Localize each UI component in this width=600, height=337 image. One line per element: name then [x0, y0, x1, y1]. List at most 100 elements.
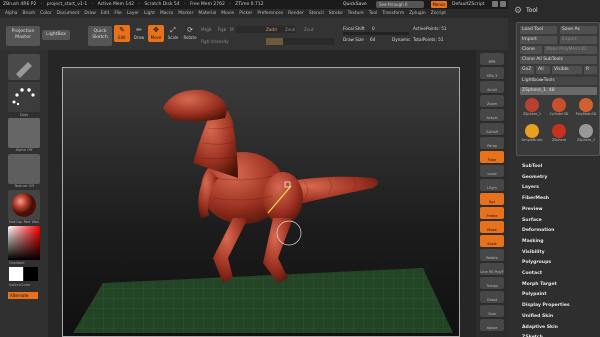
move-button[interactable]: ✥ Move — [148, 25, 164, 42]
shelf-spix-3[interactable]: SPix 3 — [480, 67, 504, 79]
menu-color[interactable]: Color — [40, 11, 51, 16]
tool-menu-masking[interactable]: Masking — [522, 239, 544, 244]
shelf-actual[interactable]: Actual — [480, 109, 504, 121]
menu-marker[interactable]: Marker — [178, 11, 193, 16]
menu-light[interactable]: Light — [144, 11, 155, 16]
menu-preferences[interactable]: Preferences — [257, 11, 283, 16]
zsub-toggle[interactable]: Zsub — [285, 27, 295, 32]
help-icon[interactable] — [492, 1, 498, 7]
r-button[interactable]: R — [584, 66, 597, 74]
shelf-aahalf[interactable]: AAHalf — [480, 123, 504, 135]
lightbox-tools-button[interactable]: Lightbox▸Tools — [520, 77, 597, 85]
shelf-zoom[interactable]: Zoom — [480, 95, 504, 107]
tool-menu-contact[interactable]: Contact — [522, 271, 542, 276]
switch-color-button[interactable]: SwitchColor — [9, 283, 41, 287]
tool-menu-unified-skin[interactable]: Unified Skin — [522, 314, 553, 319]
menu-render[interactable]: Render — [288, 11, 304, 16]
material-thumbnail[interactable] — [8, 190, 40, 220]
tool-menu-preview[interactable]: Preview — [522, 207, 543, 212]
clone-all-subtools-button[interactable]: Clone All SubTools — [520, 56, 597, 64]
tool-thumb-cylinder3d[interactable]: Cylinder3D — [547, 97, 571, 121]
tool-menu-surface[interactable]: Surface — [522, 218, 542, 223]
goz-button[interactable]: GoZ — [520, 66, 534, 74]
tool-menu-subtool[interactable]: SubTool — [522, 164, 542, 169]
quicksave-button[interactable]: QuickSave — [343, 0, 367, 9]
shelf-xpose[interactable]: Xpose — [480, 319, 504, 331]
draw-button[interactable]: ✏ Draw — [131, 25, 147, 42]
tool-menu-adaptive-skin[interactable]: Adaptive Skin — [522, 325, 558, 330]
clone-button[interactable]: Clone — [520, 46, 542, 54]
all-button[interactable]: All — [536, 66, 550, 74]
import-button[interactable]: Import — [520, 36, 557, 44]
alpha-thumbnail[interactable] — [8, 118, 40, 148]
shelf-persp[interactable]: Persp — [480, 137, 504, 149]
shelf-bpr[interactable]: BPR — [480, 53, 504, 65]
rotate-button[interactable]: ⟳ Rotate — [182, 25, 198, 42]
tool-thumb-zsphere-1[interactable]: ZSphere_1 — [574, 123, 598, 147]
zadd-toggle[interactable]: Zadd — [266, 27, 277, 32]
menu-zscript[interactable]: Zscript — [431, 11, 446, 16]
menu-document[interactable]: Document — [57, 11, 80, 16]
z-intensity-slider[interactable] — [266, 38, 334, 45]
tool-thumb-simplebrush[interactable]: SimpleBrush — [520, 123, 544, 147]
texture-thumbnail[interactable] — [8, 154, 40, 184]
menu-transform[interactable]: Transform — [382, 11, 404, 16]
menu-macro[interactable]: Macro — [160, 11, 173, 16]
projection-master-button[interactable]: Projection Master — [6, 26, 40, 46]
tool-menu-morph-target[interactable]: Morph Target — [522, 282, 557, 287]
menu-edit[interactable]: Edit — [101, 11, 110, 16]
tool-menu-visibility[interactable]: Visibility — [522, 250, 545, 255]
menu-material[interactable]: Material — [198, 11, 216, 16]
menu-brush[interactable]: Brush — [22, 11, 35, 16]
focal-shift-slider[interactable] — [343, 32, 409, 35]
color-picker[interactable] — [8, 226, 40, 260]
shelf-rotate[interactable]: Rotate — [480, 249, 504, 261]
rgb-toggle[interactable]: Rgb — [218, 27, 226, 32]
mrgb-toggle[interactable]: Mrgb — [201, 27, 212, 32]
shelf-transp[interactable]: Transp — [480, 277, 504, 289]
shelf-floor[interactable]: Floor — [480, 151, 504, 163]
viewport-canvas[interactable] — [62, 67, 460, 337]
shelf-scale[interactable]: Scale — [480, 235, 504, 247]
menu-movie[interactable]: Movie — [221, 11, 234, 16]
menu-stencil[interactable]: Stencil — [309, 11, 324, 16]
shelf-local[interactable]: Local — [480, 165, 504, 177]
menu-draw[interactable]: Draw — [84, 11, 95, 16]
export-button[interactable]: Export — [560, 36, 597, 44]
tool-menu-layers[interactable]: Layers — [522, 185, 539, 190]
load-tool-button[interactable]: Load Tool — [520, 26, 557, 34]
shelf-xyz[interactable]: Xyz — [480, 193, 504, 205]
zcut-toggle[interactable]: Zcut — [304, 27, 313, 32]
edit-button[interactable]: ✎ Edit — [114, 25, 130, 42]
stroke-thumbnail[interactable] — [8, 82, 40, 112]
see-through-slider[interactable]: See-through 0 — [376, 1, 424, 8]
tool-menu-display-properties[interactable]: Display Properties — [522, 303, 570, 308]
menu-texture[interactable]: Texture — [348, 11, 364, 16]
shelf-frame[interactable]: Frame — [480, 207, 504, 219]
shelf-lsym[interactable]: LSym — [480, 179, 504, 191]
menus-button[interactable]: Menus — [431, 1, 447, 8]
menu-layer[interactable]: Layer — [127, 11, 139, 16]
menu-alpha[interactable]: Alpha — [5, 11, 17, 16]
default-zscript-button[interactable]: DefaultZScript — [452, 0, 485, 9]
menu-zplugin[interactable]: Zplugin — [409, 11, 426, 16]
shelf-scroll[interactable]: Scroll — [480, 81, 504, 93]
menu-stroke[interactable]: Stroke — [329, 11, 343, 16]
tool-thumb-zsphere[interactable]: ZSphere — [547, 123, 571, 147]
secondary-color-swatch[interactable] — [24, 267, 38, 281]
menu-picker[interactable]: Picker — [239, 11, 252, 16]
visible-button[interactable]: Visible — [552, 66, 582, 74]
menu-tool[interactable]: Tool — [369, 11, 378, 16]
alternate-button[interactable]: Alternate — [8, 292, 38, 299]
main-color-swatch[interactable] — [9, 267, 23, 281]
tool-menu-deformation[interactable]: Deformation — [522, 228, 554, 233]
tool-thumb-zsphere-1[interactable]: ZSphere_1 — [520, 97, 544, 121]
scale-button[interactable]: ⤢ Scale — [165, 25, 181, 42]
gear-icon[interactable]: ⚙ — [514, 6, 522, 16]
brush-thumbnail[interactable] — [8, 54, 40, 80]
quick-sketch-button[interactable]: Quick Sketch — [88, 26, 112, 46]
tool-menu-polygroups[interactable]: Polygroups — [522, 260, 551, 265]
menu-file[interactable]: File — [114, 11, 121, 16]
m-toggle[interactable]: M — [230, 27, 234, 32]
tool-menu-polypaint[interactable]: Polypaint — [522, 292, 547, 297]
